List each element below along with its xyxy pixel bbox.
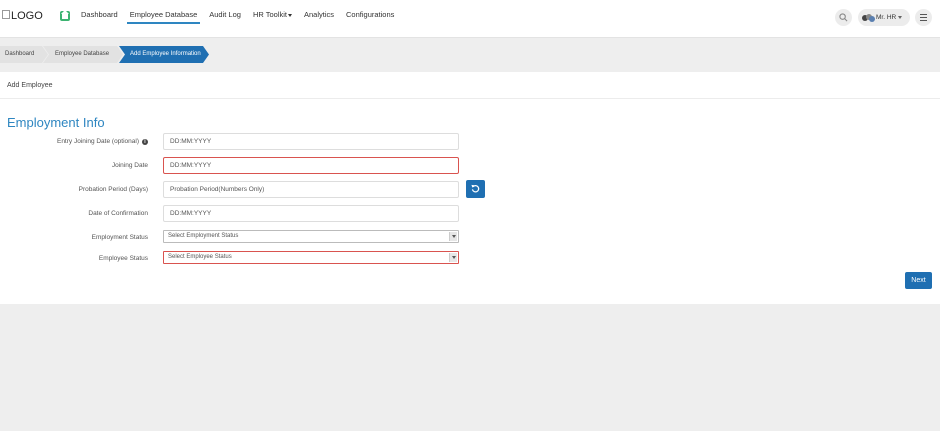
date-of-confirmation-input[interactable]: DD:MM:YYYY — [163, 205, 459, 222]
user-menu[interactable]: Mr. HR — [858, 9, 910, 26]
employee-status-selected: Select Employee Status — [168, 254, 232, 260]
nav-employee-database-label: Employee Database — [129, 10, 198, 19]
logo[interactable]: LOGO — [2, 9, 43, 22]
breadcrumb-employee-database[interactable]: Employee Database — [43, 46, 123, 63]
probation-period-label: Probation Period (Days) — [78, 186, 148, 193]
chevron-down-icon — [898, 16, 903, 19]
user-name: Mr. HR — [876, 14, 897, 21]
broken-image-icon — [2, 9, 10, 19]
breadcrumb-active-label: Add Employee Information — [130, 51, 201, 57]
entry-joining-date-label-text: Entry Joining Date (optional) — [56, 138, 139, 145]
logo-alt-text: LOGO — [11, 10, 43, 22]
add-employee-panel: Add Employee Employment Info Entry Joini… — [0, 72, 940, 304]
reset-probation-button[interactable] — [466, 180, 485, 198]
employee-status-select[interactable]: Select Employee Status — [163, 251, 459, 264]
nav-hr-toolkit[interactable]: HR Toolkit — [247, 0, 298, 30]
panel-header: Add Employee — [0, 72, 940, 99]
hamburger-menu-button[interactable] — [915, 9, 932, 26]
top-navbar: LOGO Dashboard Employee Database Audit L… — [0, 0, 940, 38]
employment-status-selected: Select Employment Status — [168, 233, 239, 239]
menu-icon — [920, 14, 927, 15]
avatar — [862, 13, 875, 23]
search-button[interactable] — [835, 9, 852, 26]
nav-employee-database[interactable]: Employee Database — [124, 0, 204, 30]
nav-hr-toolkit-label: HR Toolkit — [252, 10, 287, 19]
date-of-confirmation-label: Date of Confirmation — [88, 210, 148, 217]
nav-audit-log[interactable]: Audit Log — [203, 0, 247, 30]
breadcrumb-add-employee-information: Add Employee Information — [119, 46, 209, 63]
main-nav: Dashboard Employee Database Audit Log HR… — [75, 0, 400, 38]
caret-down-icon — [288, 13, 292, 17]
probation-period-input[interactable]: Probation Period(Numbers Only) — [163, 181, 459, 198]
breadcrumb-dashboard[interactable]: Dashboard — [0, 46, 48, 63]
search-icon — [839, 13, 848, 22]
menu-icon-line — [920, 20, 927, 21]
refresh-icon — [471, 184, 480, 193]
nav-configurations[interactable]: Configurations — [340, 0, 400, 30]
joining-date-label: Joining Date — [111, 162, 148, 169]
employee-status-label: Employee Status — [98, 255, 148, 262]
section-title: Employment Info — [7, 115, 105, 130]
breadcrumb-employee-database-label: Employee Database — [55, 51, 110, 57]
breadcrumb-dashboard-label: Dashboard — [5, 51, 35, 57]
nav-dashboard-label: Dashboard — [81, 10, 118, 19]
entry-joining-date-input[interactable]: DD:MM:YYYY — [163, 133, 459, 150]
entry-joining-date-label: Entry Joining Date (optional) i — [57, 138, 148, 145]
employment-status-select[interactable]: Select Employment Status — [163, 230, 459, 243]
dropdown-arrow-icon — [449, 253, 457, 262]
nav-analytics-label: Analytics — [304, 10, 335, 19]
nav-audit-log-label: Audit Log — [209, 10, 241, 19]
employment-status-label: Employment Status — [91, 234, 148, 241]
menu-icon-line — [920, 17, 927, 18]
info-icon[interactable]: i — [142, 138, 148, 145]
next-button[interactable]: Next — [905, 272, 932, 289]
home-icon[interactable] — [60, 10, 70, 21]
dropdown-arrow-icon — [449, 232, 457, 241]
joining-date-input[interactable]: DD:MM:YYYY — [163, 157, 459, 174]
nav-configurations-label: Configurations — [346, 10, 395, 19]
nav-dashboard[interactable]: Dashboard — [75, 0, 124, 30]
nav-analytics[interactable]: Analytics — [298, 0, 340, 30]
